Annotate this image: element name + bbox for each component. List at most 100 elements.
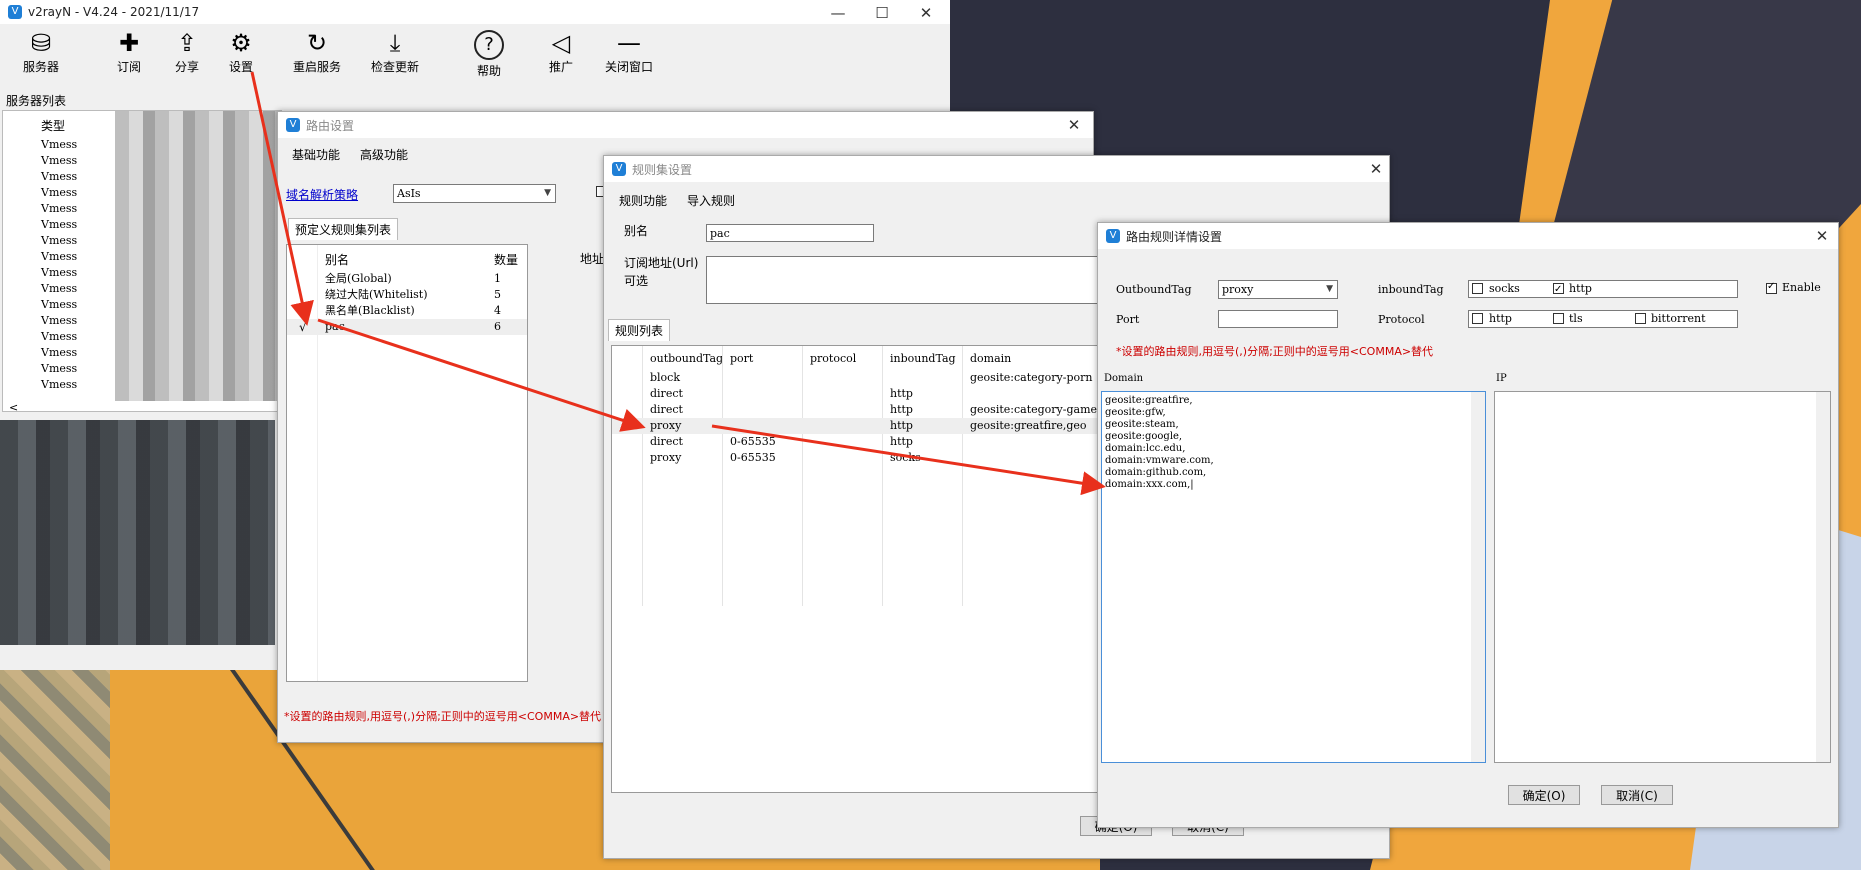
- rule-cell-inbound: socks: [890, 451, 921, 464]
- rule-cell-outbound: direct: [650, 387, 683, 400]
- ruleset-row[interactable]: 黑名单(Blacklist) 4: [287, 303, 527, 319]
- port-input[interactable]: [1218, 310, 1338, 328]
- rule-row[interactable]: proxy http geosite:greatfire,geo: [612, 418, 1112, 434]
- ruleset-tab[interactable]: 预定义规则集列表: [288, 218, 399, 240]
- rule-row[interactable]: direct 0-65535 http: [612, 434, 1112, 450]
- ok-button[interactable]: 确定(O): [1508, 785, 1580, 805]
- col-protocol[interactable]: protocol: [810, 352, 856, 365]
- main-toolbar: ⛁ 服务器 ✚ 订阅 ⇪ 分享 ⚙ 设置 ↻ 重启服务 ⤓ 检查更新? 帮助 ◁ 推广 — 关闭窗口: [0, 24, 950, 86]
- col-port[interactable]: port: [730, 352, 753, 365]
- inbound-http-checkbox[interactable]: [1553, 281, 1564, 299]
- col-domain[interactable]: domain: [970, 352, 1011, 365]
- cancel-button[interactable]: 取消(C): [1601, 785, 1673, 805]
- server-row[interactable]: Vmess: [41, 345, 77, 361]
- server-row[interactable]: Vmess: [41, 201, 77, 217]
- ruleset-row[interactable]: 全局(Global) 1: [287, 271, 527, 287]
- rule-row[interactable]: proxy 0-65535 socks: [612, 450, 1112, 466]
- sub-url-input[interactable]: [706, 256, 1126, 304]
- restart-icon: ↻: [306, 29, 328, 57]
- protocol-http-checkbox[interactable]: [1472, 313, 1483, 324]
- server-row[interactable]: Vmess: [41, 313, 77, 329]
- ruleset-row[interactable]: 绕过大陆(Whitelist) 5: [287, 287, 527, 303]
- server-row[interactable]: Vmess: [41, 233, 77, 249]
- rule-cell-outbound: proxy: [650, 451, 682, 464]
- server-row[interactable]: Vmess: [41, 185, 77, 201]
- rule-cell-port: 0-65535: [730, 451, 776, 464]
- server-row[interactable]: Vmess: [41, 265, 77, 281]
- server-list-label: 服务器列表: [6, 94, 67, 108]
- toolbar-label: 推广: [548, 60, 573, 74]
- toolbar-help-button[interactable]: ? 帮助: [454, 28, 524, 79]
- rules-table: outboundTag port protocol inboundTag domain …: [611, 345, 1113, 793]
- toolbar-restart-button[interactable]: ↻ 重启服务: [282, 28, 352, 75]
- alias-input[interactable]: pac: [706, 224, 874, 242]
- server-row[interactable]: Vmess: [41, 217, 77, 233]
- domain-scrollbar[interactable]: [1471, 392, 1485, 762]
- rule-cell-outbound: proxy: [650, 419, 682, 432]
- checked-mark: √: [299, 320, 307, 334]
- chevron-down-icon: ▼: [544, 188, 551, 198]
- server-row[interactable]: Vmess: [41, 377, 77, 393]
- rule-row[interactable]: block geosite:category-porn: [612, 370, 1112, 386]
- server-row[interactable]: Vmess: [41, 281, 77, 297]
- toolbar-label: 检查更新: [370, 60, 419, 74]
- toolbar-minimize-line-button[interactable]: — 关闭窗口: [594, 28, 664, 75]
- domain-strategy-label[interactable]: 域名解析策略: [286, 186, 358, 203]
- rule-row[interactable]: direct http geosite:category-game: [612, 402, 1112, 418]
- toolbar-gear-button[interactable]: ⚙ 设置: [206, 28, 276, 75]
- outbound-select[interactable]: proxy ▼: [1218, 280, 1338, 299]
- rules-tab[interactable]: 规则列表: [608, 319, 671, 341]
- scroll-left-icon[interactable]: <: [9, 401, 18, 411]
- tab-basic[interactable]: 基础功能: [292, 146, 340, 163]
- server-row[interactable]: Vmess: [41, 153, 77, 169]
- domain-strategy-select[interactable]: AsIs ▼: [393, 184, 556, 203]
- server-row[interactable]: Vmess: [41, 137, 77, 153]
- protocol-options: http tls bittorrent: [1468, 310, 1738, 328]
- toolbar-database-button[interactable]: ⛁ 服务器: [6, 28, 76, 75]
- app-icon: V: [8, 5, 22, 19]
- rule-cell-domain: geosite:category-game: [970, 403, 1098, 416]
- ruleset-row[interactable]: √ pac 6: [287, 319, 527, 335]
- tab-advanced[interactable]: 高级功能: [360, 146, 408, 163]
- main-title: v2rayN - V4.24 - 2021/11/17: [28, 5, 200, 19]
- outbound-label: OutboundTag: [1116, 283, 1192, 296]
- menu-import-rules[interactable]: 导入规则: [687, 192, 735, 209]
- rule-row[interactable]: direct http: [612, 386, 1112, 402]
- server-list[interactable]: 类型 Vmess Vmess Vmess Vmess Vmess Vmess Vmess Vm…: [2, 110, 282, 412]
- toolbar-download-button[interactable]: ⤓ 检查更新: [360, 28, 430, 75]
- server-row[interactable]: Vmess: [41, 361, 77, 377]
- menu-rule-functions[interactable]: 规则功能: [619, 192, 667, 209]
- rule-cell-inbound: http: [890, 435, 913, 448]
- server-row[interactable]: Vmess: [41, 297, 77, 313]
- maximize-button[interactable]: ☐: [862, 0, 902, 26]
- alias-label: 别名: [624, 224, 649, 238]
- protocol-tls-checkbox[interactable]: [1553, 313, 1564, 324]
- redacted-area: [115, 111, 281, 401]
- domain-line: domain:github.com,: [1105, 467, 1207, 478]
- close-button[interactable]: ✕: [1054, 112, 1094, 138]
- ruleset-alias: 黑名单(Blacklist): [325, 304, 415, 317]
- close-button[interactable]: ✕: [906, 0, 946, 26]
- domain-line: geosite:gfw,: [1105, 407, 1166, 418]
- col-outboundtag[interactable]: outboundTag: [650, 352, 723, 365]
- minimize-button[interactable]: —: [818, 0, 858, 26]
- routing-note: *设置的路由规则,用逗号(,)分隔;正则中的逗号用<COMMA>替代: [284, 710, 602, 723]
- close-button[interactable]: ✕: [1802, 223, 1842, 249]
- toolbar-speaker-button[interactable]: ◁ 推广: [526, 28, 596, 75]
- rule-cell-port: 0-65535: [730, 435, 776, 448]
- ip-textarea[interactable]: [1494, 391, 1831, 763]
- protocol-bittorrent-checkbox[interactable]: [1635, 313, 1646, 324]
- close-button[interactable]: ✕: [1356, 156, 1396, 182]
- toolbar-label: 重启服务: [292, 60, 341, 74]
- server-row[interactable]: Vmess: [41, 329, 77, 345]
- enable-checkbox[interactable]: [1766, 281, 1777, 294]
- server-list-header: 类型: [41, 119, 66, 133]
- inbound-options: socks http: [1468, 280, 1738, 299]
- server-row[interactable]: Vmess: [41, 169, 77, 185]
- domain-textarea[interactable]: geosite:greatfire, geosite:gfw, geosite:st…: [1101, 391, 1486, 763]
- port-label: Port: [1116, 313, 1140, 326]
- ip-scrollbar[interactable]: [1816, 392, 1830, 762]
- inbound-socks-checkbox[interactable]: [1472, 283, 1483, 294]
- col-inboundtag[interactable]: inboundTag: [890, 352, 956, 365]
- server-row[interactable]: Vmess: [41, 249, 77, 265]
